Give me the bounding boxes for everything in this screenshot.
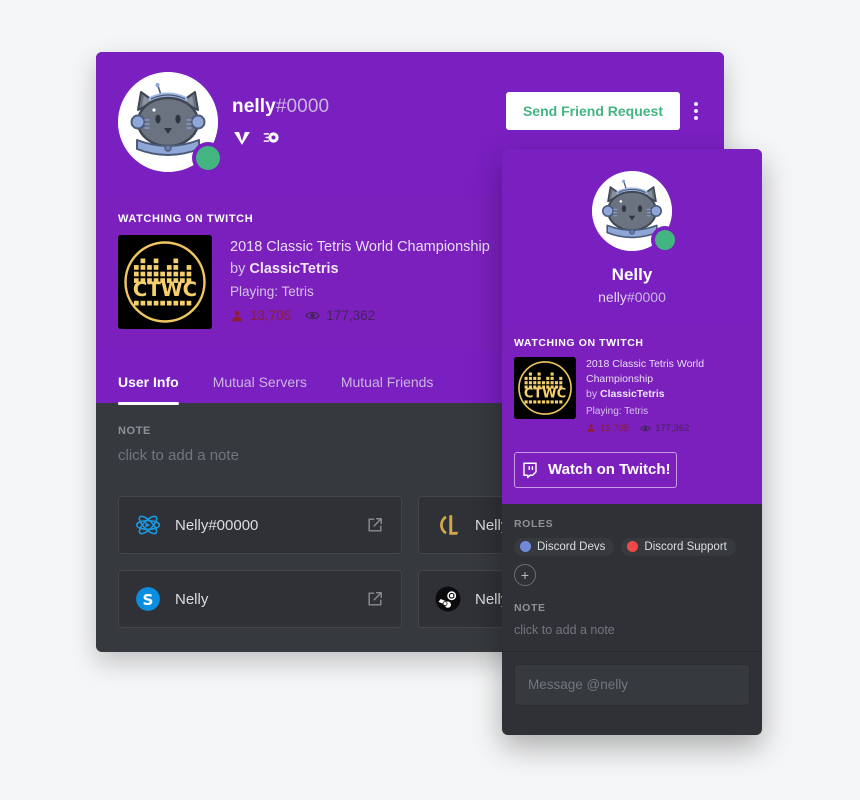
role-color-dot [520, 541, 531, 553]
popout-activity-stats: 13,705 177,362 [586, 423, 750, 434]
popout-activity-playing: Playing: Tetris [586, 405, 649, 417]
viewer-count-value: 13,705 [250, 308, 292, 324]
viewer-count: 13,705 [230, 308, 291, 323]
activity-title: 2018 Classic Tetris World Championship [230, 239, 490, 255]
external-link-icon[interactable] [365, 589, 385, 609]
badge-list [232, 127, 329, 147]
by-prefix: by [586, 388, 598, 401]
popout-note-input[interactable]: click to add a note [514, 623, 750, 637]
status-badge-online [655, 230, 675, 250]
page-title: nelly#0000 [232, 96, 329, 118]
discriminator-text: #0000 [275, 96, 330, 117]
add-role-icon[interactable]: + [514, 563, 536, 586]
stream-thumbnail-ctwc-icon [118, 235, 212, 329]
popout-activity-row: 2018 Classic Tetris World Championship b… [502, 357, 762, 434]
partner-badge-icon[interactable] [262, 128, 281, 147]
popout-activity-label: Watching on Twitch [514, 337, 644, 349]
twitch-icon [521, 461, 539, 479]
screenshot-stage: nelly#0000 Send Friend Request Watching … [0, 0, 860, 800]
activity-stats: 13,705 177,362 [230, 308, 490, 323]
roles-list: Discord Devs Discord Support [514, 537, 750, 556]
popout-note-label: Note [514, 601, 546, 614]
role-label: Discord Support [644, 540, 727, 553]
external-link-icon[interactable] [365, 515, 385, 535]
popout-username-tag: nelly#0000 [502, 289, 762, 305]
username-text: nelly [232, 96, 276, 117]
popout-activity-streamer: ClassicTetris [600, 388, 665, 401]
avatar[interactable] [118, 72, 220, 172]
watch-on-twitch-label: Watch on Twitch! [548, 461, 671, 479]
popout-activity-section: Watching on Twitch 2018 Classic Tetris W… [502, 323, 762, 504]
popout-header: Nelly nelly#0000 [502, 149, 762, 323]
popout-view-count-value: 177,362 [655, 422, 690, 434]
user-popout-card: Nelly nelly#0000 Watching on Twitch 2018… [502, 149, 762, 735]
tab-user-info[interactable]: User Info [118, 374, 179, 405]
username-block: nelly#0000 [232, 96, 329, 147]
connection-name: Nelly [175, 590, 209, 608]
popout-activity-streamer-line: by ClassicTetris [586, 387, 750, 402]
popout-viewer-count: 13,705 [586, 423, 629, 434]
status-badge-online [196, 146, 220, 170]
role-color-dot [627, 541, 639, 553]
role-pill-discord-devs[interactable]: Discord Devs [514, 537, 615, 556]
popout-activity-title: 2018 Classic Tetris World Championship [586, 358, 705, 386]
more-options-icon[interactable] [690, 98, 702, 124]
popout-display-name: Nelly [611, 265, 653, 284]
popout-discriminator: #0000 [626, 289, 666, 305]
message-input[interactable]: Message @nelly [514, 663, 750, 706]
popout-view-count: 177,362 [640, 423, 689, 434]
eye-icon [305, 308, 320, 323]
divider [502, 650, 762, 652]
person-icon [586, 423, 596, 433]
popout-username: nelly [598, 289, 627, 305]
view-count: 177,362 [305, 308, 375, 323]
popout-avatar[interactable] [592, 171, 675, 251]
activity-streamer: ClassicTetris [249, 260, 339, 277]
activity-details: 2018 Classic Tetris World Championship b… [230, 235, 490, 329]
person-icon [230, 309, 244, 323]
popout-viewer-count-value: 13,705 [600, 422, 630, 434]
battlenet-icon [135, 512, 161, 538]
roles-label: Roles [514, 517, 554, 530]
activity-playing: Playing: Tetris [230, 283, 314, 299]
connection-name: Nelly#00000 [175, 516, 259, 534]
tab-mutual-servers[interactable]: Mutual Servers [213, 374, 307, 403]
popout-body: Roles Discord Devs Discord Support + Not… [502, 504, 762, 706]
popout-activity-details: 2018 Classic Tetris World Championship b… [586, 357, 750, 434]
watch-on-twitch-button[interactable]: Watch on Twitch! [514, 451, 678, 488]
tab-mutual-friends[interactable]: Mutual Friends [341, 374, 434, 403]
stream-thumbnail-ctwc-icon [514, 357, 576, 419]
hypesquad-badge-icon[interactable] [232, 127, 252, 147]
connection-skype[interactable]: Nelly [118, 570, 402, 628]
by-prefix: by [230, 260, 246, 277]
role-pill-discord-support[interactable]: Discord Support [621, 537, 736, 556]
role-label: Discord Devs [537, 540, 606, 553]
skype-icon [135, 586, 161, 612]
view-count-value: 177,362 [326, 308, 376, 324]
connection-battlenet[interactable]: Nelly#00000 [118, 496, 402, 554]
league-of-legends-icon [435, 512, 461, 538]
eye-icon [640, 423, 651, 434]
activity-streamer-line: by ClassicTetris [230, 259, 490, 281]
profile-actions: Send Friend Request [505, 92, 702, 130]
steam-icon [435, 586, 461, 612]
send-friend-request-button[interactable]: Send Friend Request [505, 92, 680, 130]
